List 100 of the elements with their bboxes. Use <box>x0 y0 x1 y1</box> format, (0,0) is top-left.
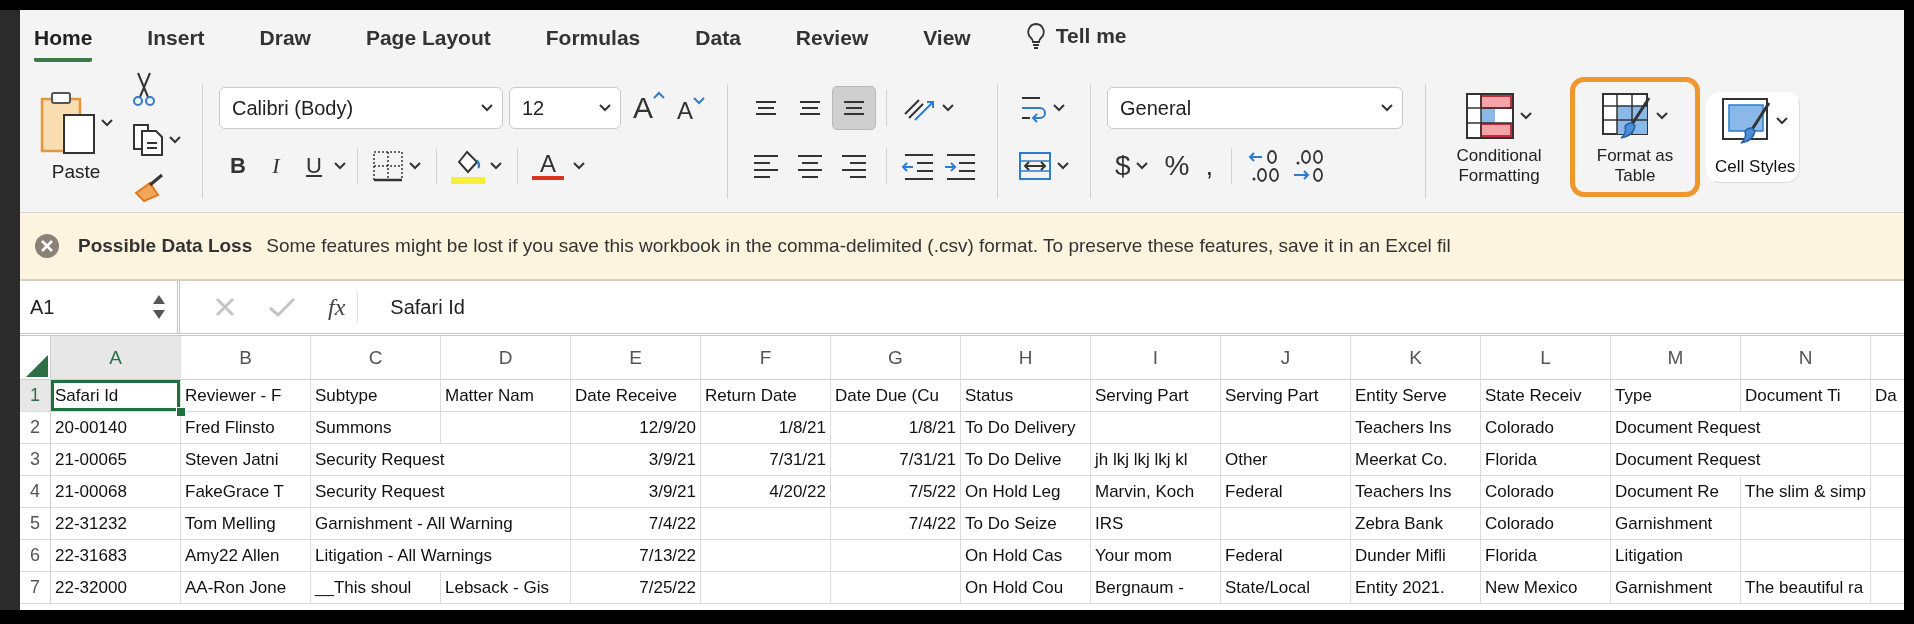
table-cell: Serving Part <box>1091 380 1221 412</box>
percent-format-button[interactable]: % <box>1156 150 1198 182</box>
caret-icon <box>100 118 114 128</box>
column-header[interactable]: F <box>701 336 831 380</box>
column-header[interactable]: K <box>1351 336 1481 380</box>
align-right-icon <box>842 154 867 178</box>
align-bottom-button[interactable] <box>832 86 877 130</box>
ribbon-tab[interactable]: Data <box>695 20 741 62</box>
conditional-formatting-button[interactable]: Conditional Formatting <box>1434 77 1565 197</box>
ribbon-tab[interactable]: Home <box>34 20 93 62</box>
column-header[interactable]: H <box>961 336 1091 380</box>
table-cell: 1/8/21 <box>831 412 961 444</box>
caret-icon <box>1052 103 1067 113</box>
table-cell: The slim & simp <box>1741 476 1871 508</box>
table-cell: On Hold Leg <box>961 476 1091 508</box>
table-cell: 7/31/21 <box>831 444 961 476</box>
table-cell: Your mom <box>1091 540 1221 572</box>
column-header[interactable]: I <box>1091 336 1221 380</box>
conditional-formatting-icon <box>1465 92 1516 140</box>
caret-icon <box>1134 161 1149 171</box>
column-header[interactable]: J <box>1221 336 1351 380</box>
select-all-icon[interactable] <box>26 355 48 377</box>
fill-handle[interactable] <box>176 407 186 417</box>
table-cell: Garnishment - All Warning <box>311 508 571 540</box>
italic-button[interactable]: I <box>257 149 295 183</box>
table-cell: New Mexico <box>1481 572 1611 604</box>
table-cell: Return Date <box>701 380 831 412</box>
table-cell: Entity Serve <box>1351 380 1481 412</box>
caret-icon <box>1380 103 1395 113</box>
table-cell: Steven Jatni <box>181 444 311 476</box>
table-cell: State Receiv <box>1481 380 1611 412</box>
table-cell: Entity 2021. <box>1351 572 1481 604</box>
table-cell: Type <box>1611 380 1741 412</box>
align-middle-icon <box>800 101 821 115</box>
caret-icon <box>408 161 422 171</box>
copy-icon <box>132 123 164 157</box>
currency-format-button[interactable]: $ <box>1107 150 1157 182</box>
close-icon <box>214 296 236 318</box>
table-cell: Zebra Bank <box>1351 508 1481 540</box>
table-cell: To Do Seize <box>961 508 1091 540</box>
scissors-icon <box>132 71 156 107</box>
caret-icon <box>1775 115 1790 126</box>
font-color-button[interactable]: A <box>528 148 590 184</box>
table-cell: 7/4/22 <box>571 508 701 540</box>
table-cell: Dunder Mifli <box>1351 540 1481 572</box>
font-dropdown[interactable]: Calibri (Body) <box>219 87 503 129</box>
table-cell: 12/9/20 <box>571 412 701 444</box>
font-size-dropdown[interactable]: 12 <box>509 87 621 129</box>
decrease-font-size-button[interactable]: A <box>671 91 712 125</box>
cell-styles-button[interactable]: Cell Styles <box>1706 91 1801 183</box>
insert-function-button[interactable]: fx <box>324 289 359 325</box>
paste-button[interactable]: Paste <box>38 91 114 183</box>
notification-title: Possible Data Loss <box>78 235 253 257</box>
column-header[interactable]: E <box>571 336 701 380</box>
increase-font-size-button[interactable]: A <box>627 91 671 125</box>
caret-icon <box>572 161 586 171</box>
ribbon-tab[interactable]: Draw <box>259 20 311 62</box>
table-cell: Document Re <box>1611 476 1741 508</box>
table-cell: 1/8/21 <box>701 412 831 444</box>
lightbulb-icon <box>1025 22 1046 50</box>
comma-style-button[interactable]: , <box>1197 150 1222 182</box>
column-header[interactable]: L <box>1481 336 1611 380</box>
column-header[interactable]: M <box>1611 336 1741 380</box>
caret-up-icon <box>653 91 665 99</box>
table-cell: Garnishment <box>1611 572 1741 604</box>
table-cell: AA-Ron Jone <box>181 572 311 604</box>
table-cell: Lebsack - Gis <box>441 572 571 604</box>
bold-button[interactable]: B <box>219 149 257 183</box>
underline-button[interactable]: U <box>295 149 333 183</box>
column-header[interactable]: A <box>51 336 181 380</box>
caret-icon <box>489 161 503 171</box>
table-cell: Marvin, Koch <box>1091 476 1221 508</box>
formula-field[interactable]: Safari Id <box>378 295 465 319</box>
table-cell: FakeGrace T <box>181 476 311 508</box>
table-cell: 22-31232 <box>51 508 181 540</box>
number-format-dropdown[interactable]: General <box>1107 87 1404 129</box>
row-header[interactable]: 1 <box>20 380 51 412</box>
table-cell: 7/5/22 <box>831 476 961 508</box>
ribbon-tab[interactable]: Insert <box>147 20 205 62</box>
table-cell: Federal <box>1221 540 1351 572</box>
column-header[interactable]: B <box>181 336 311 380</box>
caret-icon <box>333 161 347 171</box>
ribbon-tab[interactable]: Formulas <box>545 20 641 62</box>
tell-me-search[interactable]: Tell me <box>1025 16 1127 62</box>
column-header[interactable]: G <box>831 336 961 380</box>
column-header[interactable]: N <box>1741 336 1871 380</box>
format-as-table-button[interactable]: Format as Table <box>1570 77 1701 197</box>
column-header[interactable]: D <box>441 336 571 380</box>
paint-bucket-icon <box>451 148 485 184</box>
ribbon-tab[interactable]: View <box>923 20 971 62</box>
table-cell: On Hold Cas <box>961 540 1091 572</box>
ribbon-tab[interactable]: Page Layout <box>365 20 491 62</box>
table-cell: The beautiful ra <box>1741 572 1871 604</box>
table-cell: Teachers Ins <box>1351 412 1481 444</box>
table-cell: Fred Flinsto <box>181 412 311 444</box>
ribbon-tab[interactable]: Review <box>795 20 869 62</box>
table-cell: Tom Melling <box>181 508 311 540</box>
table-cell: Date Due (Cu <box>831 380 961 412</box>
column-header[interactable]: C <box>311 336 441 380</box>
caret-icon <box>598 103 612 113</box>
